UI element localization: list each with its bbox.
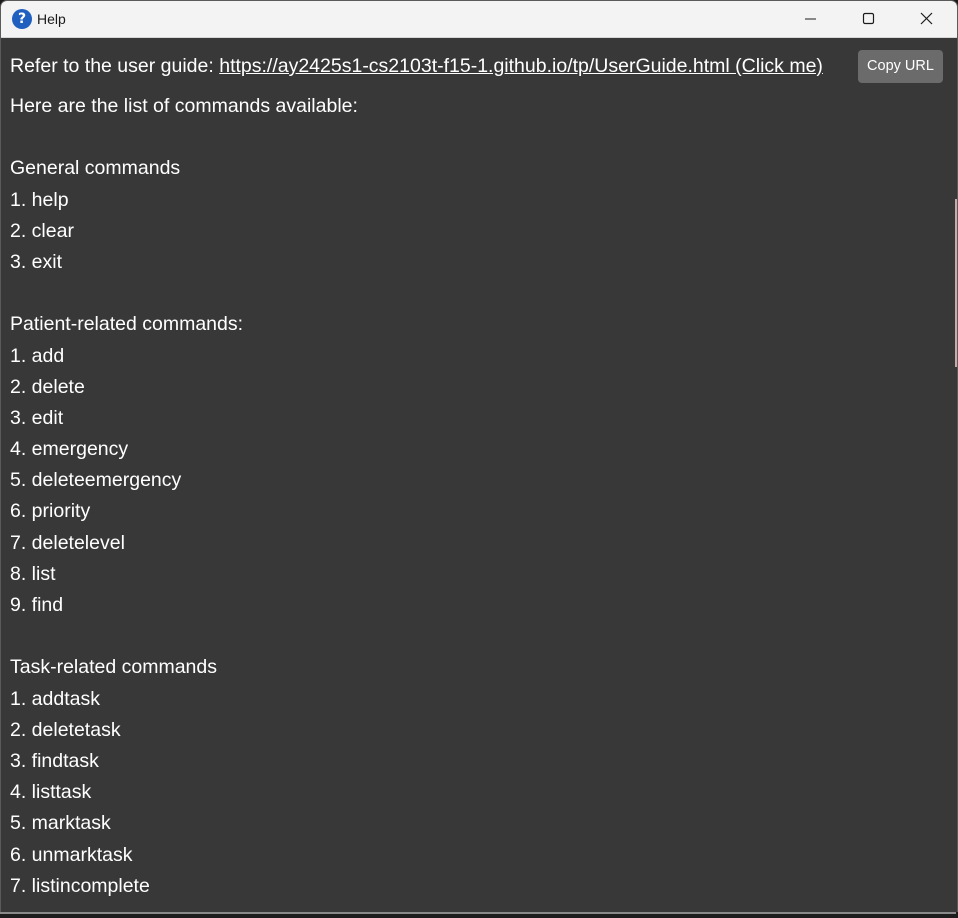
window-title: Help <box>37 11 66 27</box>
help-app-icon: ? <box>12 9 32 29</box>
maximize-icon <box>862 12 875 25</box>
help-line: 8. list <box>10 562 56 585</box>
help-line: 6. priority <box>10 500 91 523</box>
help-line: 2. deletetask <box>10 718 121 741</box>
maximize-button[interactable] <box>839 1 897 37</box>
help-line: Patient-related commands: <box>10 313 244 336</box>
help-line: Task-related commands <box>10 656 217 679</box>
help-line: 1. help <box>10 188 69 211</box>
help-line: 5. marktask <box>10 812 111 835</box>
copy-url-button[interactable]: Copy URL <box>858 50 943 83</box>
help-line: 9. find <box>10 594 64 616</box>
help-line: 4. listtask <box>10 781 92 804</box>
help-line: 2. delete <box>10 375 85 398</box>
help-line: 3. findtask <box>10 749 99 772</box>
help-line <box>10 621 358 652</box>
help-content: Refer to the user guide: https://ay2425s… <box>1 39 957 913</box>
close-button[interactable] <box>897 1 955 37</box>
help-line: 6. unmarktask <box>10 843 133 866</box>
help-line: 3. edit <box>10 406 64 429</box>
help-line <box>10 278 358 309</box>
window-bottom-edge <box>0 912 958 918</box>
bottom-border <box>0 912 956 914</box>
help-line: 1. add <box>10 344 65 367</box>
help-window: ? Help Refer to the user guide: https://… <box>0 0 958 918</box>
help-line: General commands <box>10 157 181 180</box>
minimize-icon <box>805 18 816 20</box>
help-line: 5. deleteemergency <box>10 469 182 492</box>
user-guide-link[interactable]: https://ay2425s1-cs2103t-f15-1.github.io… <box>219 55 823 77</box>
help-line: Here are the list of commands available: <box>10 95 358 117</box>
close-icon <box>920 12 933 25</box>
help-line: 7. deletelevel <box>10 531 125 554</box>
help-line: 4. emergency <box>10 438 129 461</box>
title-bar[interactable]: ? Help <box>1 1 957 38</box>
help-line: 1. addtask <box>10 687 100 710</box>
help-line: 2. clear <box>10 219 74 242</box>
user-guide-prefix: Refer to the user guide: <box>10 55 220 77</box>
help-line: 3. exit <box>10 250 63 273</box>
command-list: Here are the list of commands available:… <box>10 91 358 902</box>
help-line: 7. listincomplete <box>10 874 150 897</box>
scrollbar-thumb[interactable] <box>955 199 957 367</box>
minimize-button[interactable] <box>781 1 839 37</box>
help-line <box>10 122 358 153</box>
user-guide-row: Refer to the user guide: https://ay2425s… <box>10 55 823 78</box>
